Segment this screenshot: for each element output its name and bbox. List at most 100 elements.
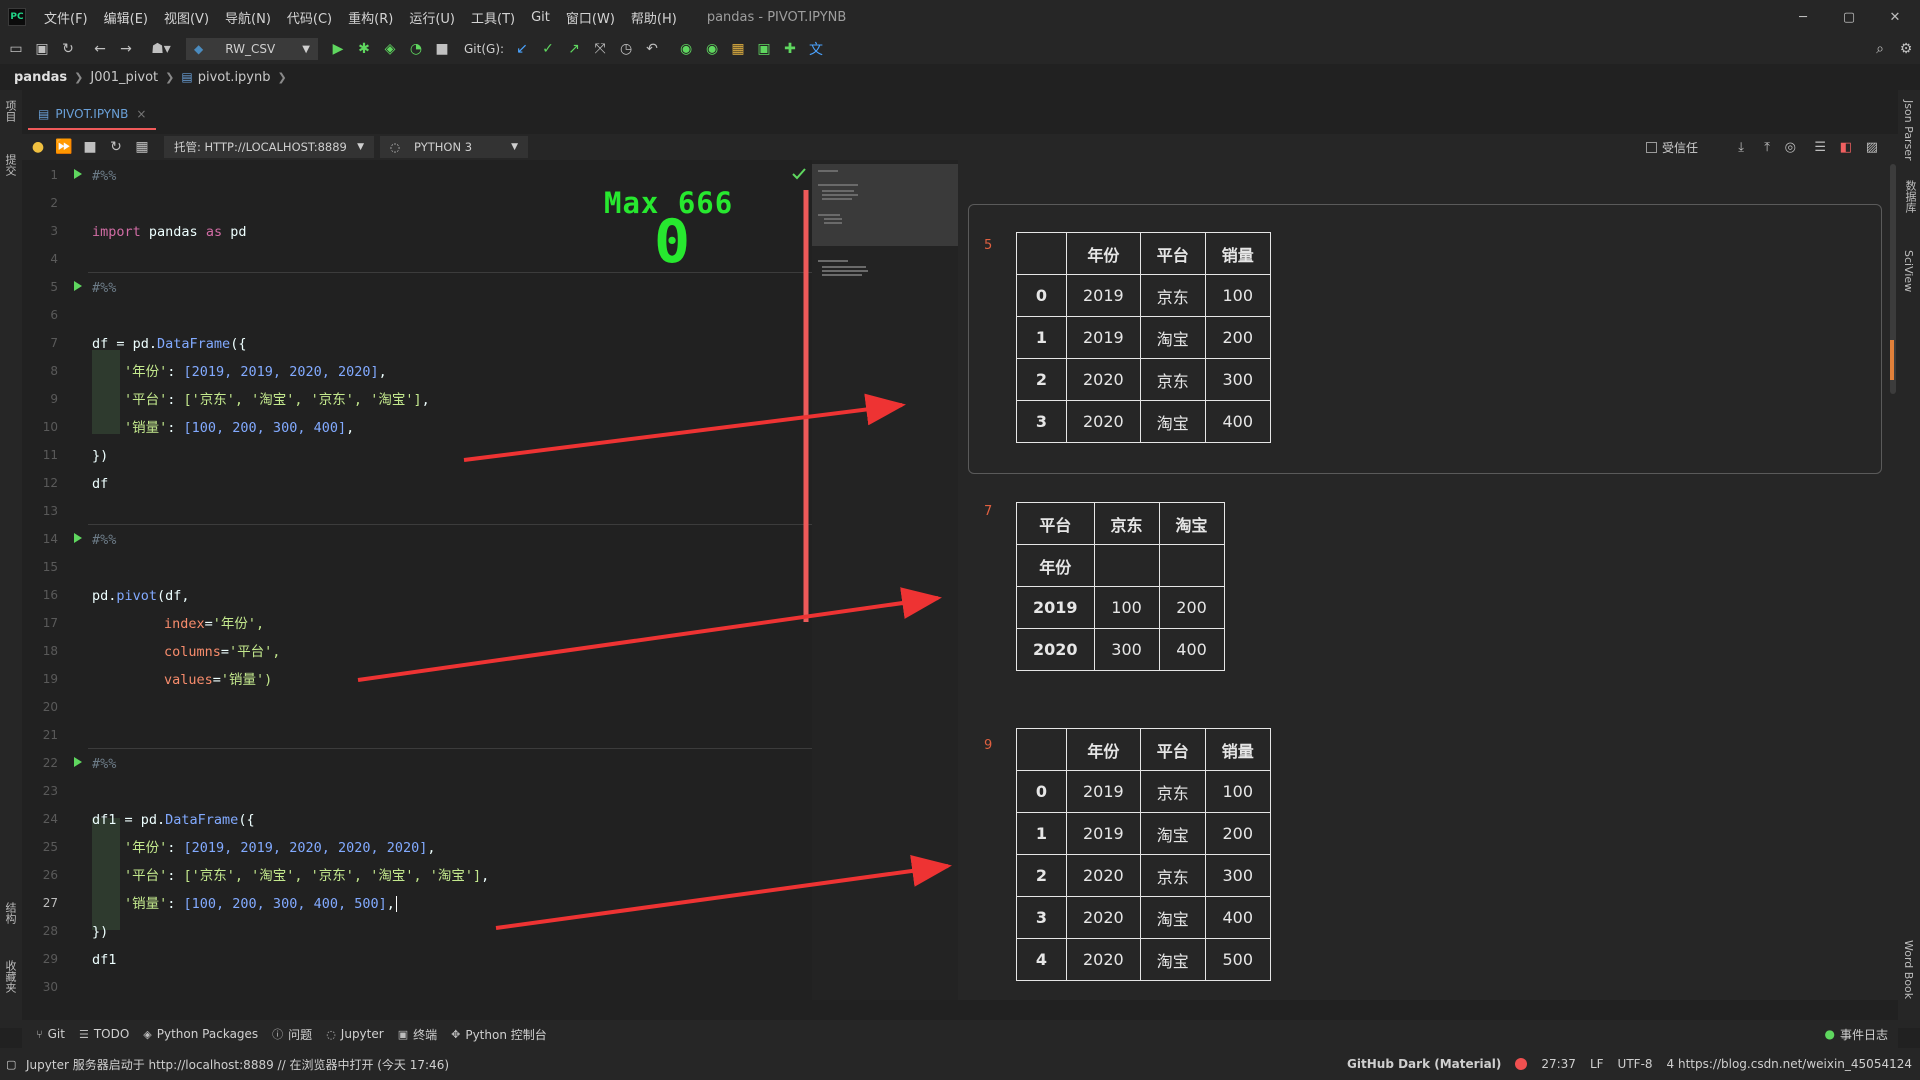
jupyter-tool-button[interactable]: ◌ Jupyter (326, 1027, 384, 1041)
json-parser-tool-tab[interactable]: Json Parser (1902, 100, 1915, 161)
line-number: 11 (42, 448, 58, 462)
run-config-label: RW_CSV (225, 42, 276, 56)
word-book-tool-tab[interactable]: Word Book (1902, 940, 1915, 999)
menu-git[interactable]: Git (523, 10, 558, 25)
sync-icon[interactable]: ↻ (56, 37, 80, 61)
preview-only-icon[interactable]: ▨ (1866, 140, 1878, 155)
minimap-line (818, 214, 840, 216)
theme-indicator-icon[interactable] (1515, 1058, 1528, 1070)
git-commit-icon[interactable]: ✓ (536, 37, 560, 61)
open-folder-icon[interactable]: ▭ (4, 37, 28, 61)
cursor-position[interactable]: 27:37 (1541, 1057, 1576, 1071)
jupyter-server-select[interactable]: 托管: HTTP://LOCALHOST:8889 ▼ (164, 136, 374, 158)
layout-plugin-icon[interactable]: ▦ (726, 37, 750, 61)
tab-pivot-ipynb[interactable]: ▤ PIVOT.IPYNB × (28, 100, 157, 130)
maximize-button[interactable]: ▢ (1826, 0, 1872, 34)
puzzle-plugin-icon[interactable]: ✚ (778, 37, 802, 61)
line-number: 13 (42, 504, 58, 518)
menu-view[interactable]: 视图(V) (156, 8, 217, 27)
git-history-icon[interactable]: ◷ (614, 37, 638, 61)
table-cell: 2020 (1066, 358, 1141, 401)
search-everywhere-plugin-icon[interactable]: ◉ (674, 37, 698, 61)
close-tab-icon[interactable]: × (136, 107, 146, 121)
project-tool-tab[interactable]: 项目 (2, 100, 18, 122)
code-editor[interactable]: #%% import pandas as pd #%% df = pd.Data… (88, 160, 812, 1000)
breadcrumb-file[interactable]: pivot.ipynb (198, 70, 271, 85)
minimap-viewport[interactable] (812, 164, 958, 246)
run-cell-icon[interactable] (74, 533, 82, 543)
structure-plugin-icon[interactable]: ▣ (752, 37, 776, 61)
git-compare-icon[interactable]: ⤧ (588, 37, 612, 61)
vertical-scrollbar[interactable] (1888, 160, 1898, 1000)
python-packages-tool-button[interactable]: ◈ Python Packages (143, 1027, 258, 1041)
structure-tool-tab[interactable]: 结构 (2, 902, 18, 924)
kernel-select[interactable]: ◌ PYTHON 3 ▼ (380, 136, 528, 158)
theme-name[interactable]: GitHub Dark (Material) (1347, 1057, 1501, 1071)
line-number: 25 (42, 840, 58, 854)
status-window-icon[interactable]: ▢ (6, 1058, 16, 1071)
breadcrumb-project[interactable]: pandas (14, 70, 67, 85)
back-icon[interactable]: ← (88, 37, 112, 61)
settings-gear-icon[interactable]: ⚙ (1894, 37, 1918, 61)
run-cell-icon[interactable] (74, 169, 82, 179)
run-cell-icon[interactable] (74, 281, 82, 291)
close-window-button[interactable]: ✕ (1872, 0, 1918, 34)
line-number: 12 (42, 476, 58, 490)
code-line-3: import pandas as pd (92, 224, 247, 240)
problems-tool-button[interactable]: ⓘ 问题 (272, 1026, 312, 1043)
commit-tool-tab[interactable]: 提交 (2, 154, 18, 176)
plugin-icon[interactable]: ◉ (700, 37, 724, 61)
event-log-button[interactable]: ● 事件日志 (1825, 1026, 1889, 1043)
lightbulb-icon[interactable]: ● (26, 135, 50, 159)
save-icon[interactable]: ▣ (30, 37, 54, 61)
git-push-icon[interactable]: ↗ (562, 37, 586, 61)
coverage-icon[interactable]: ◈ (378, 37, 402, 61)
forward-icon[interactable]: → (114, 37, 138, 61)
line-separator[interactable]: LF (1590, 1057, 1604, 1071)
git-rollback-icon[interactable]: ↶ (640, 37, 664, 61)
run-config-select[interactable]: ◆ RW_CSV ▼ (186, 38, 318, 60)
menu-refactor[interactable]: 重构(R) (340, 8, 401, 27)
python-console-tool-button[interactable]: ✥ Python 控制台 (451, 1026, 547, 1043)
status-message[interactable]: Jupyter 服务器启动于 http://localhost:8889 // … (26, 1056, 449, 1073)
database-tool-tab[interactable]: 数据库 (1902, 180, 1918, 213)
sciview-tool-tab[interactable]: SciView (1902, 250, 1915, 292)
menu-code[interactable]: 代码(C) (279, 8, 340, 27)
user-icon[interactable]: ☗▾ (146, 37, 176, 61)
menu-navigate[interactable]: 导航(N) (217, 8, 279, 27)
menu-window[interactable]: 窗口(W) (558, 8, 623, 27)
menu-tools[interactable]: 工具(T) (463, 8, 523, 27)
stop-icon[interactable]: ■ (430, 37, 454, 61)
translate-icon[interactable]: 文 (804, 37, 828, 61)
profile-icon[interactable]: ◔ (404, 37, 428, 61)
menu-file[interactable]: 文件(F) (36, 8, 96, 27)
left-tool-strip: 项目 提交 结构 收藏夹 (0, 90, 22, 1028)
editor-only-icon[interactable]: ☰ (1814, 140, 1826, 155)
menu-run[interactable]: 运行(U) (401, 8, 463, 27)
minimize-button[interactable]: ─ (1780, 0, 1826, 34)
git-tool-button[interactable]: ⑂ Git (36, 1027, 65, 1041)
restart-kernel-icon[interactable]: ↻ (104, 135, 128, 159)
git-update-icon[interactable]: ↙ (510, 37, 534, 61)
minimap[interactable] (812, 160, 958, 1000)
terminal-tool-button[interactable]: ▣ 终端 (398, 1026, 437, 1043)
move-down-icon[interactable]: ⤓ (1738, 140, 1744, 155)
run-cell-icon[interactable] (74, 757, 82, 767)
run-icon[interactable]: ▶ (326, 37, 350, 61)
search-icon[interactable]: ⌕ (1868, 37, 1892, 61)
preview-eye-icon[interactable]: ◎ (1785, 140, 1796, 155)
menu-edit[interactable]: 编辑(E) (96, 8, 156, 27)
variables-icon[interactable]: ▦ (130, 135, 154, 159)
move-up-icon[interactable]: ⤒ (1764, 140, 1770, 155)
menu-help[interactable]: 帮助(H) (623, 8, 685, 27)
run-all-icon[interactable]: ⏩ (52, 135, 76, 159)
todo-tool-button[interactable]: ☰ TODO (79, 1027, 129, 1041)
interrupt-kernel-icon[interactable]: ■ (78, 135, 102, 159)
file-encoding[interactable]: UTF-8 (1618, 1057, 1653, 1071)
trusted-checkbox[interactable]: 受信任 (1645, 139, 1698, 156)
debug-icon[interactable]: ✱ (352, 37, 376, 61)
favorites-tool-tab[interactable]: 收藏夹 (2, 960, 18, 993)
split-view-icon[interactable]: ◧ (1840, 140, 1852, 155)
notebook-file-icon: ▤ (181, 70, 193, 84)
breadcrumb-folder[interactable]: J001_pivot (90, 70, 158, 85)
